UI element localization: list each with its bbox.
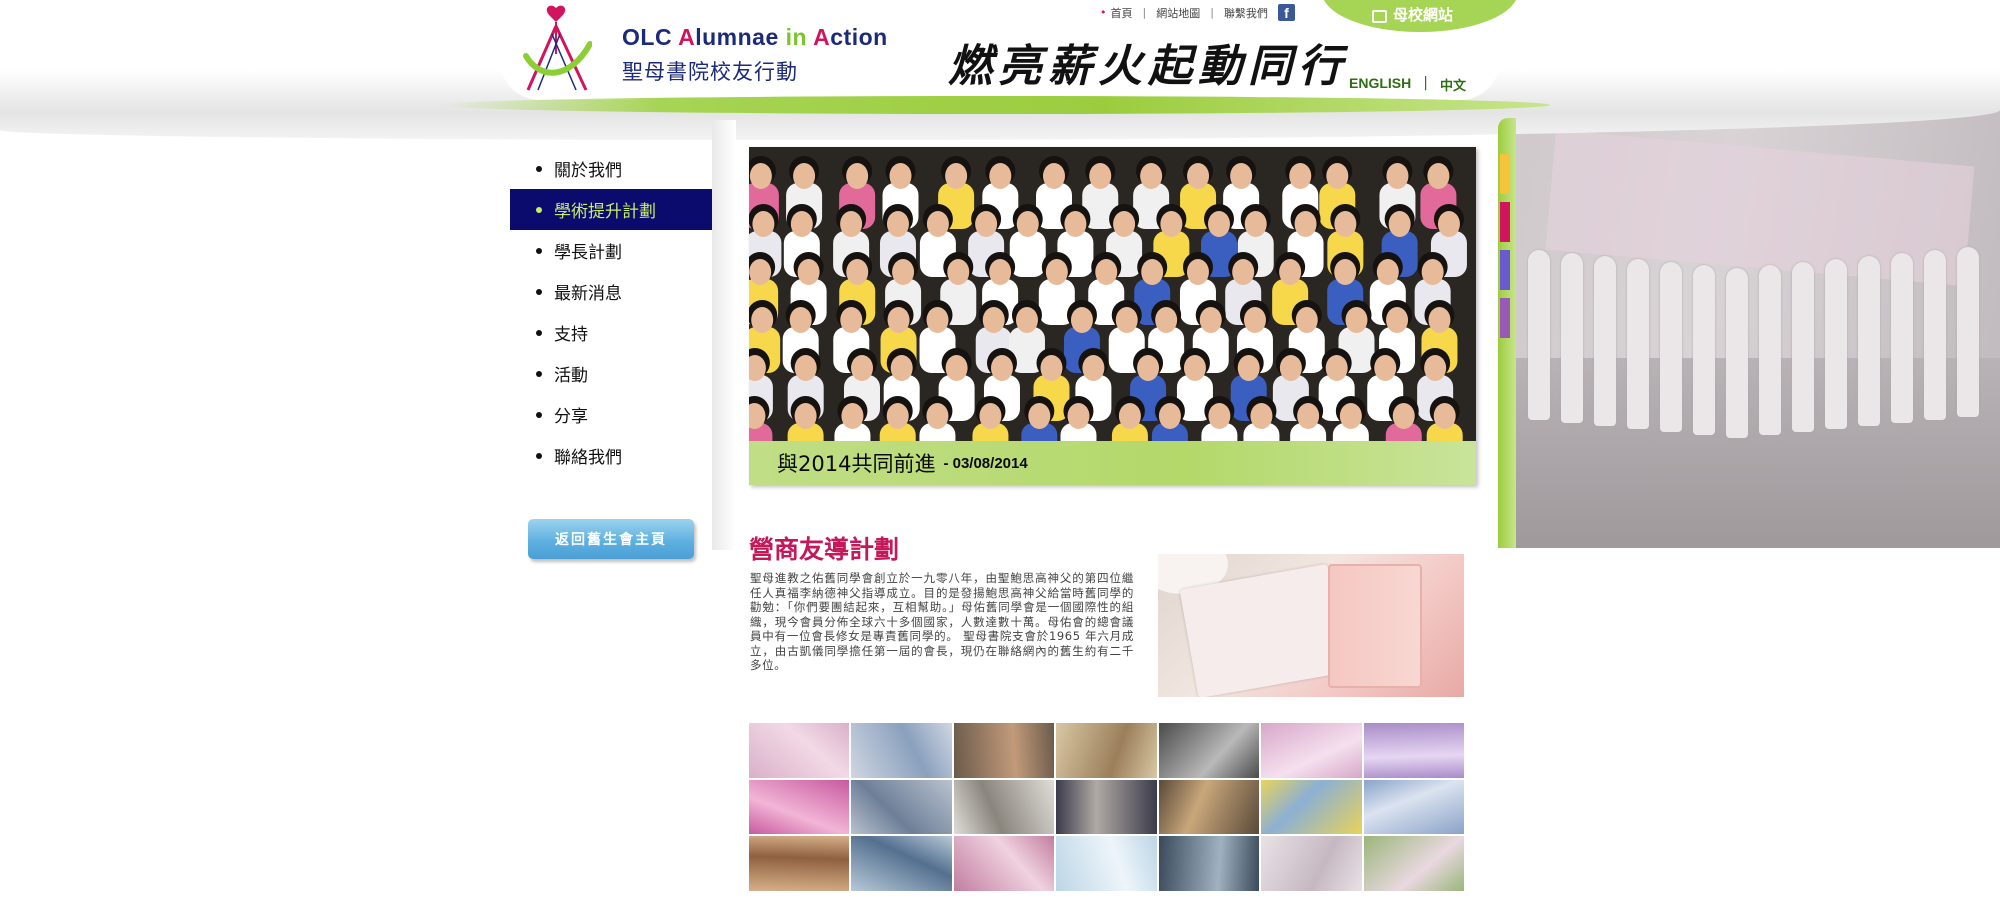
gallery-thumbnail[interactable] <box>851 779 952 835</box>
bullet-icon <box>536 247 542 254</box>
top-link-sitemap[interactable]: 網站地圖 <box>1156 5 1200 21</box>
panel-side-tabs <box>1498 118 1516 548</box>
sidebar-nav: 關於我們 學術提升計劃 學長計劃 最新消息 支持 活動 分享 聯絡我們 <box>510 148 714 476</box>
photo-gallery <box>749 723 1464 891</box>
hero-banner[interactable]: 與2014共同前進 - 03/08/2014 <box>749 147 1476 485</box>
gallery-thumbnail[interactable] <box>1363 779 1464 835</box>
side-tab-blue[interactable] <box>1500 250 1510 290</box>
sidebar-item-academic[interactable]: 學術提升計劃 <box>510 189 714 230</box>
gallery-thumbnail[interactable] <box>1261 836 1362 891</box>
bullet-icon <box>536 370 542 377</box>
gallery-thumbnail[interactable] <box>1363 836 1464 891</box>
side-tab-yellow[interactable] <box>1500 154 1510 194</box>
hero-caption: 與2014共同前進 - 03/08/2014 <box>749 441 1476 485</box>
gallery-thumbnail[interactable] <box>953 836 1055 891</box>
school-site-link[interactable]: 母校網站 <box>1372 4 1453 25</box>
logo-title-en: OLC Alumnae in Action <box>622 24 888 50</box>
slogan-calligraphy: 燃亮薪火起動同行 <box>948 41 1348 92</box>
sidebar-item-mentor[interactable]: 學長計劃 <box>510 230 714 271</box>
section-title: 營商友導計劃 <box>749 535 900 564</box>
bullet-icon <box>536 452 542 459</box>
gallery-thumbnail[interactable] <box>1261 779 1362 835</box>
top-link-home[interactable]: 首頁 <box>1111 5 1133 21</box>
sidebar-item-contact[interactable]: 聯絡我們 <box>510 435 714 476</box>
bullet-icon <box>536 165 542 172</box>
facebook-icon[interactable]: f <box>1277 4 1295 21</box>
bullet-icon <box>536 206 542 213</box>
feature-photo-booklet <box>1158 554 1464 697</box>
page: OLC Alumnae in Action 聖母書院校友行動 燃亮薪火起動同行 … <box>0 0 2000 912</box>
gallery-thumbnail[interactable] <box>1261 723 1362 778</box>
gallery-thumbnail[interactable] <box>953 779 1055 835</box>
lock-icon <box>1372 10 1387 23</box>
gallery-thumbnail[interactable] <box>749 836 850 891</box>
bullet-icon <box>536 329 542 336</box>
section-body: 聖母進教之佑舊同學會創立於一九零八年，由聖鮑思高神父的第四位繼任人真福李納德神父… <box>750 571 1134 672</box>
gallery-thumbnail[interactable] <box>1056 723 1157 778</box>
gallery-thumbnail[interactable] <box>1056 779 1157 835</box>
gallery-thumbnail[interactable] <box>1056 836 1157 891</box>
logo-title-zh: 聖母書院校友行動 <box>622 60 798 84</box>
back-to-alumni-home-button[interactable]: 返回舊生會主頁 <box>528 519 694 559</box>
gallery-thumbnail[interactable] <box>1158 723 1260 778</box>
hero-group-photo <box>749 147 1476 441</box>
sidebar-item-news[interactable]: 最新消息 <box>510 271 714 312</box>
header-green-stripe <box>440 96 1550 114</box>
lang-english-link[interactable]: ENGLISH <box>1349 75 1411 94</box>
side-tab-red[interactable] <box>1500 202 1510 242</box>
sidebar-item-about[interactable]: 關於我們 <box>510 148 714 189</box>
bullet-icon <box>536 288 542 295</box>
side-tab-purple[interactable] <box>1500 298 1510 338</box>
gallery-thumbnail[interactable] <box>1158 779 1260 835</box>
top-link-contact[interactable]: 聯繫我們 <box>1224 5 1268 21</box>
sidebar-item-share[interactable]: 分享 <box>510 394 714 435</box>
gallery-thumbnail[interactable] <box>1363 723 1464 778</box>
gallery-thumbnail[interactable] <box>749 779 850 835</box>
top-links: • 首頁 | 網站地圖 | 聯繫我們 f <box>1100 4 1295 21</box>
hero-caption-date: - 03/08/2014 <box>943 454 1028 472</box>
gallery-thumbnail[interactable] <box>1158 836 1260 891</box>
gallery-thumbnail[interactable] <box>851 836 952 891</box>
gallery-thumbnail[interactable] <box>953 723 1055 778</box>
lang-chinese-link[interactable]: 中文 <box>1440 75 1466 94</box>
background-photo-choir <box>1510 108 2000 548</box>
gallery-thumbnail[interactable] <box>851 723 952 778</box>
sidebar-item-support[interactable]: 支持 <box>510 312 714 353</box>
gallery-thumbnail[interactable] <box>749 723 850 778</box>
language-switch: ENGLISH | 中文 <box>1349 75 1466 94</box>
logo-icon[interactable] <box>520 4 593 94</box>
sidebar-item-events[interactable]: 活動 <box>510 353 714 394</box>
hero-caption-title: 與2014共同前進 <box>777 452 936 476</box>
bullet-icon <box>536 411 542 418</box>
school-site-label: 母校網站 <box>1393 6 1454 24</box>
